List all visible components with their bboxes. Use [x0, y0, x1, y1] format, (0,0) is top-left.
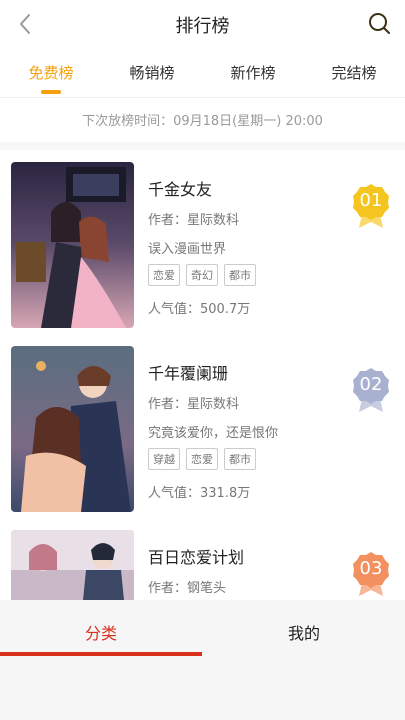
- comic-title: 千年覆阑珊: [148, 364, 229, 383]
- tag-group: 恋爱 奇幻 都市: [148, 264, 256, 286]
- genre-tag: 恋爱: [148, 264, 180, 286]
- ranking-list: 千金女友 作者：星际数科 误入漫画世界 恋爱 奇幻 都市 人气值：500.7万 …: [0, 150, 405, 600]
- bottom-navigation: 分类 我的: [0, 600, 405, 720]
- search-button[interactable]: [365, 9, 393, 37]
- tab-completed[interactable]: 完结榜: [314, 62, 394, 83]
- rank-number: 01: [359, 190, 383, 211]
- rank-number: 03: [359, 558, 383, 579]
- search-icon: [369, 13, 390, 34]
- comic-description: 误入漫画世界: [148, 242, 227, 257]
- rank-badge: 03: [351, 550, 391, 598]
- genre-tag: 穿越: [148, 448, 180, 470]
- comic-author: 作者：钢笔头: [148, 581, 227, 596]
- app-header: 排行榜: [0, 0, 405, 48]
- active-tab-indicator: [41, 90, 61, 94]
- nav-category[interactable]: 分类: [0, 620, 202, 644]
- tab-bestselling[interactable]: 畅销榜: [112, 62, 192, 83]
- comic-title: 千金女友: [148, 180, 213, 199]
- genre-tag: 都市: [224, 264, 256, 286]
- rank-badge: 01: [351, 182, 391, 230]
- section-divider: [0, 142, 405, 150]
- list-item[interactable]: 千年覆阑珊 作者：星际数科 究竟该爱你，还是恨你 穿越 恋爱 都市 人气值：33…: [0, 334, 405, 518]
- rank-number: 02: [359, 374, 383, 395]
- list-item[interactable]: 千金女友 作者：星际数科 误入漫画世界 恋爱 奇幻 都市 人气值：500.7万 …: [0, 150, 405, 334]
- comic-author: 作者：星际数科: [148, 397, 240, 412]
- active-nav-indicator: [0, 652, 202, 656]
- comic-title: 百日恋爱计划: [148, 548, 245, 567]
- tag-group: 穿越 恋爱 都市: [148, 448, 256, 470]
- tab-free[interactable]: 免费榜: [11, 62, 91, 83]
- comic-author: 作者：星际数科: [148, 213, 240, 228]
- genre-tag: 奇幻: [186, 264, 218, 286]
- comic-description: 究竟该爱你，还是恨你: [148, 426, 279, 441]
- genre-tag: 恋爱: [186, 448, 218, 470]
- next-ranking-time: 下次放榜时间：09月18日(星期一) 20:00: [82, 114, 323, 129]
- popularity-value: 人气值：331.8万: [148, 486, 251, 501]
- comic-cover: [11, 346, 134, 512]
- tab-new[interactable]: 新作榜: [213, 62, 293, 83]
- comic-cover: [11, 162, 134, 328]
- genre-tag: 都市: [224, 448, 256, 470]
- rank-badge: 02: [351, 366, 391, 414]
- page-title: 排行榜: [175, 16, 230, 37]
- popularity-value: 人气值：500.7万: [148, 302, 251, 317]
- nav-mine[interactable]: 我的: [203, 620, 405, 644]
- comic-cover: [11, 530, 134, 600]
- list-item[interactable]: 百日恋爱计划 作者：钢笔头 03: [0, 518, 405, 600]
